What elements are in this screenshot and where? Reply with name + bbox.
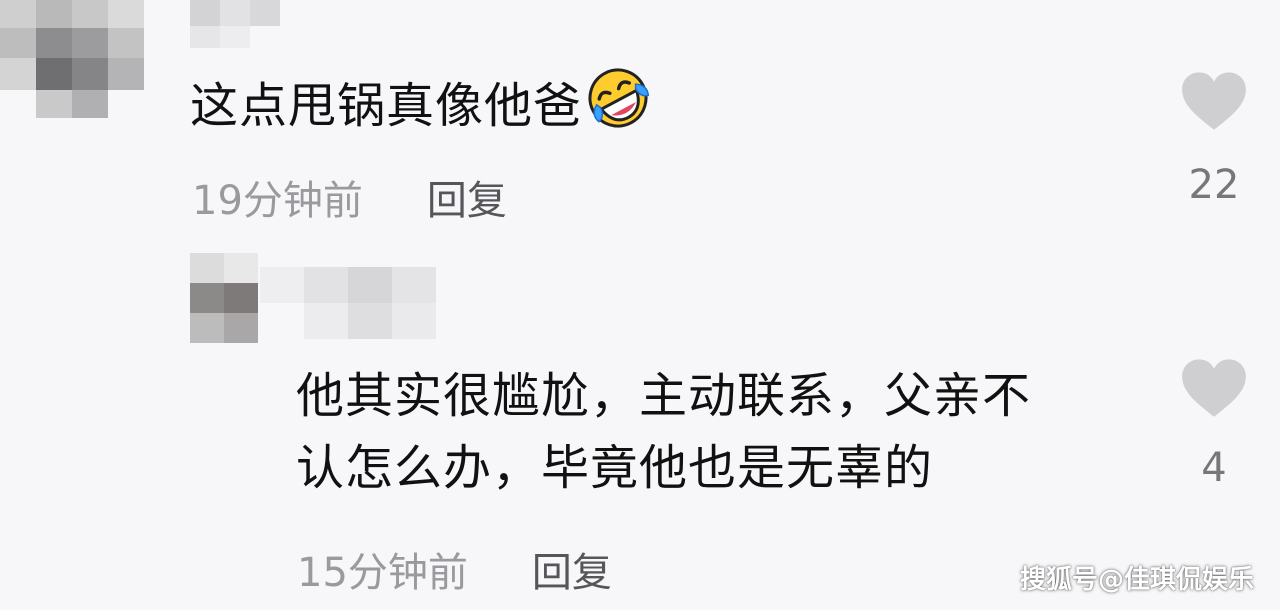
like-button[interactable]: 22 (1174, 70, 1254, 208)
comment-meta: 15分钟前 回复 (297, 540, 612, 598)
reply-button[interactable]: 回复 (532, 550, 612, 596)
like-button[interactable]: 4 (1174, 357, 1254, 491)
like-count: 22 (1188, 162, 1240, 208)
comment-text-content: 这点甩锅真像他爸 (190, 78, 583, 134)
comment-text: 这点甩锅真像他爸 (190, 64, 652, 142)
reply-button[interactable]: 回复 (427, 178, 507, 224)
comment-item: 他其实很尴尬，主动联系，父亲不 认怎么办，毕竟他也是无辜的 15分钟前 回复 4 (0, 245, 1280, 610)
rolling-laughing-emoji-icon (588, 68, 650, 128)
comment-time: 19分钟前 (192, 178, 363, 224)
comment-time: 15分钟前 (297, 550, 468, 596)
avatar[interactable] (0, 0, 160, 118)
comment-text-line: 认怎么办，毕竟他也是无辜的 (296, 440, 934, 496)
heart-icon[interactable] (1180, 70, 1248, 132)
username[interactable] (260, 267, 436, 339)
heart-icon[interactable] (1180, 357, 1248, 419)
like-count: 4 (1201, 445, 1227, 491)
username[interactable] (190, 0, 280, 48)
comment-meta: 19分钟前 回复 (192, 168, 507, 226)
comment-text-line: 他其实很尴尬，主动联系，父亲不 (296, 368, 1032, 424)
watermark: 搜狐号@佳琪侃娱乐 (1019, 565, 1254, 595)
comment-item: 这点甩锅真像他爸 19分钟前 回复 22 (0, 0, 1280, 240)
comment-text: 他其实很尴尬，主动联系，父亲不 认怎么办，毕竟他也是无辜的 (296, 360, 1031, 504)
